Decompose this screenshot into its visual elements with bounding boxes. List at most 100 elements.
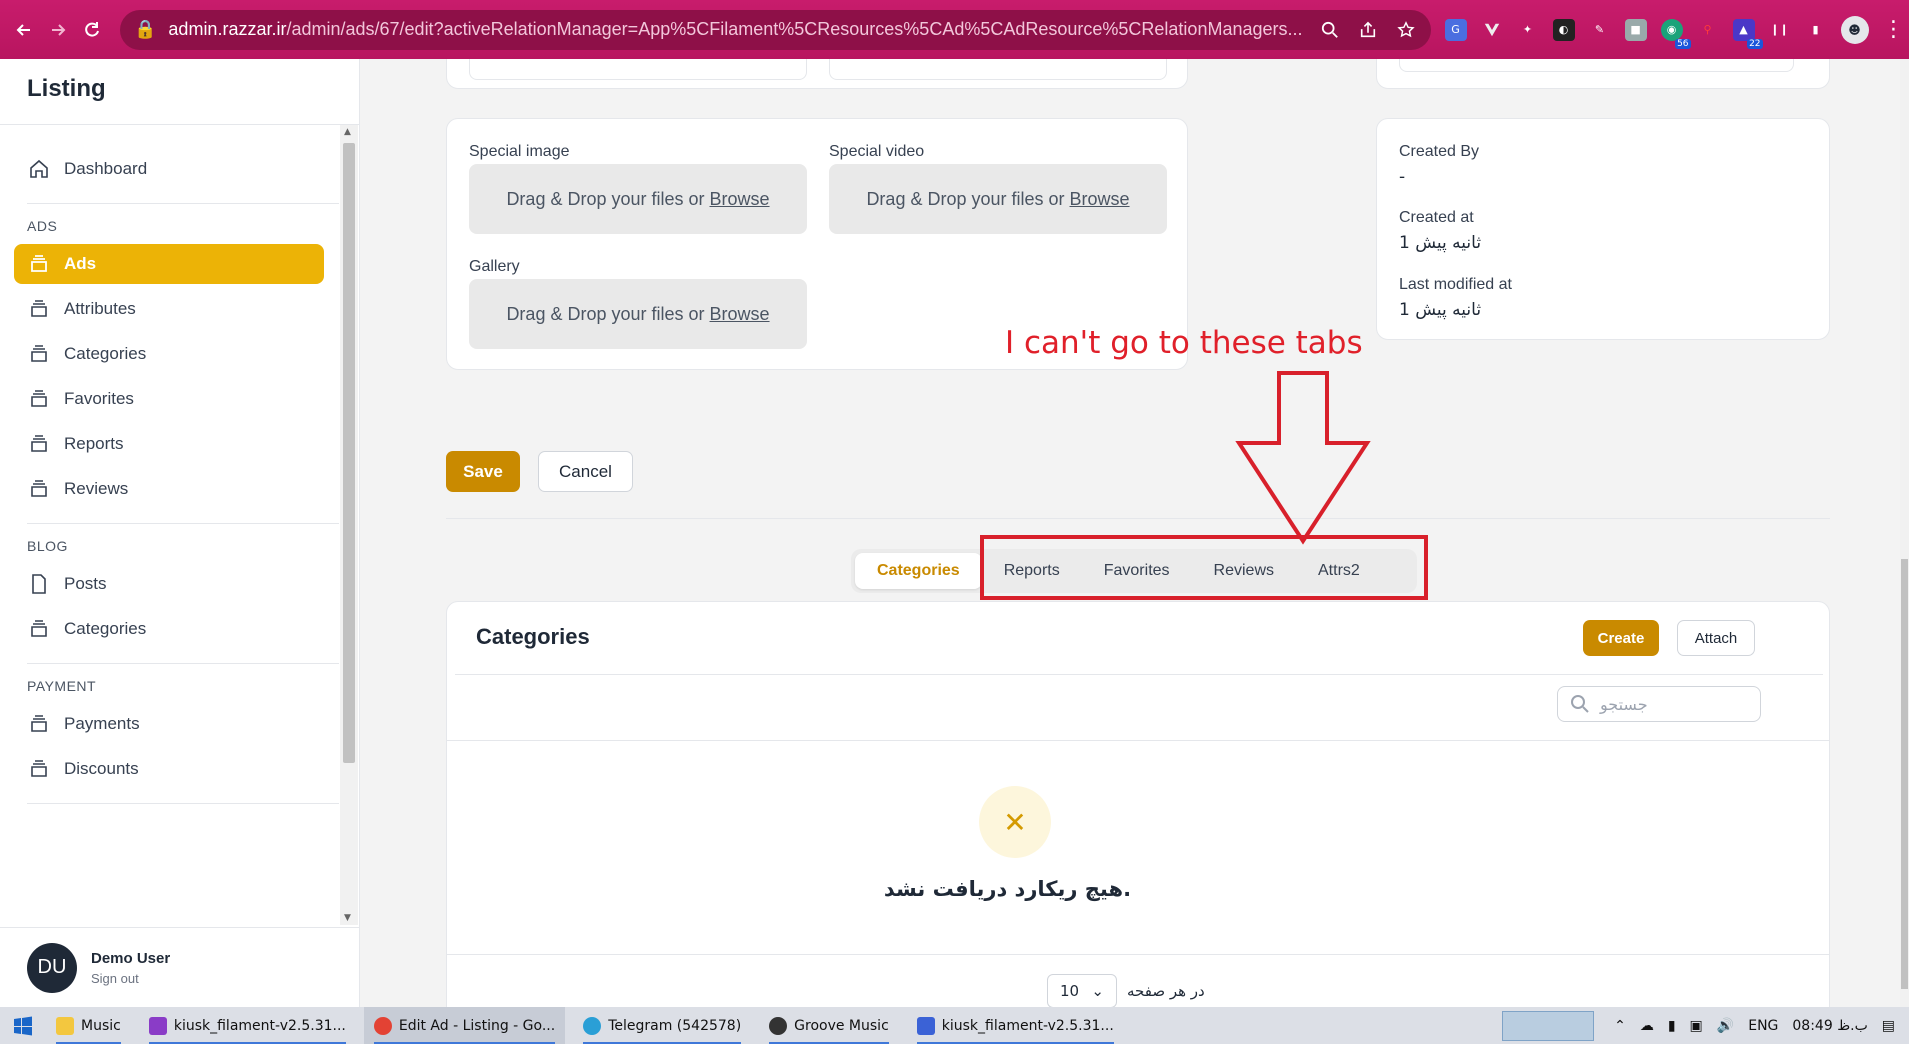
chevron-up-icon[interactable]: ⌃ [1614,1018,1626,1034]
scroll-down-icon[interactable]: ▼ [344,913,351,923]
gallery-dropzone[interactable]: Drag & Drop your files or Browse [469,279,807,349]
user-menu[interactable]: DU Demo User Sign out [0,927,359,1007]
tab-categories[interactable]: Categories [855,553,982,589]
section-divider [446,518,1830,519]
sidebar-item-label: Attributes [64,299,136,318]
text-input-partial[interactable] [829,59,1167,80]
battery-icon[interactable]: ▮ [1668,1018,1676,1034]
collection-icon [31,390,47,407]
vue-extension-icon[interactable] [1481,19,1503,41]
sidebar-item-favorites[interactable]: Favorites [14,379,324,419]
nav-group-payment: PAYMENT [27,678,97,694]
page-scrollbar[interactable] [1900,59,1909,1007]
sign-out-link[interactable]: Sign out [91,971,170,986]
home-icon [30,159,48,178]
taskbar-chrome[interactable]: Edit Ad - Listing - Go... [363,1007,566,1044]
pen-extension-icon[interactable]: ✎ [1589,19,1611,41]
sidebar-item-categories[interactable]: Categories [14,334,324,374]
share-icon[interactable] [1357,19,1379,41]
footer-divider [447,954,1829,955]
cancel-button[interactable]: Cancel [538,451,633,492]
sidebar: Listing Dashboard ADS Ads Attributes Cat… [0,59,360,1007]
notifications-icon[interactable]: ▤ [1882,1018,1895,1034]
bookmark-star-icon[interactable] [1395,19,1417,41]
browser-menu-icon[interactable]: ⋮ [1883,18,1905,40]
taskbar-intellij[interactable]: kiusk_filament-v2.5.31... [907,1007,1124,1044]
taskbar-phpstorm[interactable]: kiusk_filament-v2.5.31... [139,1007,356,1044]
groove-music-icon [769,1016,788,1035]
side-panel-icon[interactable]: ▮ [1805,19,1827,41]
url-text: admin.razzar.ir/admin/ads/67/edit?active… [168,19,1303,39]
nav-group-ads: ADS [27,218,58,234]
vpn-extension-icon[interactable]: ◉ 56 [1660,18,1691,49]
sidebar-item-posts[interactable]: Posts [14,564,324,604]
zoom-icon[interactable] [1319,19,1341,41]
forward-button[interactable] [48,16,68,44]
browse-link[interactable]: Browse [710,304,770,325]
system-tray: ⌃ ☁ ▮ ▣ 🔊 ENG 08:49 ب.ظ ▤ [1502,1007,1909,1044]
document-icon [32,574,46,594]
address-bar[interactable]: 🔒 admin.razzar.ir/admin/ads/67/edit?acti… [120,9,1431,50]
sidebar-item-label: Reports [64,434,124,453]
brand-title: Listing [0,59,359,125]
volume-icon[interactable]: 🔊 [1717,1018,1734,1034]
puzzle-ext-icon[interactable]: ✦ [1517,19,1539,41]
sidebar-item-attributes[interactable]: Attributes [14,289,324,329]
meta-card-top [1376,59,1830,89]
text-input-partial[interactable] [469,59,807,80]
collection-icon [31,760,47,777]
gallery-label: Gallery [469,258,520,275]
hat-extension-icon[interactable]: ▲ 22 [1732,18,1763,49]
sidebar-item-reports[interactable]: Reports [14,424,324,464]
square-extension-icon[interactable]: ■ [1624,18,1647,41]
translate-extension-icon[interactable]: G [1444,18,1467,41]
avatar[interactable]: DU [27,942,77,993]
attach-button[interactable]: Attach [1677,620,1755,656]
clock[interactable]: 08:49 ب.ظ [1792,1018,1867,1034]
browse-link[interactable]: Browse [710,189,770,210]
sidebar-item-dashboard[interactable]: Dashboard [14,149,324,189]
back-button[interactable] [14,16,34,44]
page-scrollbar-thumb[interactable] [1901,559,1908,989]
collection-icon [31,435,47,452]
folder-icon [56,1016,74,1035]
sidebar-item-reviews[interactable]: Reviews [14,469,324,509]
search-input[interactable]: جستجو [1557,686,1761,722]
annotation-box [980,535,1428,600]
browse-link[interactable]: Browse [1070,189,1130,210]
search-extension-icon[interactable]: ⚲ [1697,19,1719,41]
special-video-dropzone[interactable]: Drag & Drop your files or Browse [829,164,1167,234]
cloud-icon[interactable]: ☁ [1640,1018,1654,1034]
taskbar-music-folder[interactable]: Music [46,1007,131,1044]
taskbar-telegram[interactable]: Telegram (542578) [573,1007,751,1044]
sidebar-item-ads[interactable]: Ads [14,244,324,284]
save-button[interactable]: Save [446,451,520,492]
nav-divider [27,203,339,204]
collection-icon [31,255,47,272]
scrollbar-thumb[interactable] [343,143,355,763]
sidebar-scrollbar[interactable]: ▲ ▼ [340,125,358,925]
sidebar-item-discounts[interactable]: Discounts [14,749,324,789]
taskbar-groove-music[interactable]: Groove Music [759,1007,899,1044]
language-indicator[interactable]: ENG [1748,1018,1778,1034]
profile-avatar[interactable]: ☻ [1840,15,1869,44]
special-image-dropzone[interactable]: Drag & Drop your files or Browse [469,164,807,234]
modified-at-label: Last modified at [1399,276,1512,293]
special-image-label: Special image [469,143,570,160]
meta-card: Created By - Created at 1 ثانیه پیش Last… [1376,118,1830,340]
sidebar-item-blog-categories[interactable]: Categories [14,609,324,649]
select-input-partial[interactable] [1399,59,1794,72]
scroll-up-icon[interactable]: ▲ [344,127,351,137]
created-at-label: Created at [1399,209,1474,226]
wifi-icon[interactable]: ▣ [1690,1018,1703,1034]
sidebar-item-payments[interactable]: Payments [14,704,324,744]
extensions-puzzle-icon[interactable]: ❙❙ [1769,19,1791,41]
nav-divider [27,663,339,664]
per-page-select[interactable]: 10 ⌄ [1047,974,1117,1007]
windows-start-icon[interactable] [0,1007,46,1044]
close-icon: ✕ [979,786,1051,858]
create-button[interactable]: Create [1583,620,1659,656]
nav-divider [27,523,339,524]
dark-reader-icon[interactable]: ◐ [1552,18,1575,41]
reload-button[interactable] [82,16,102,44]
